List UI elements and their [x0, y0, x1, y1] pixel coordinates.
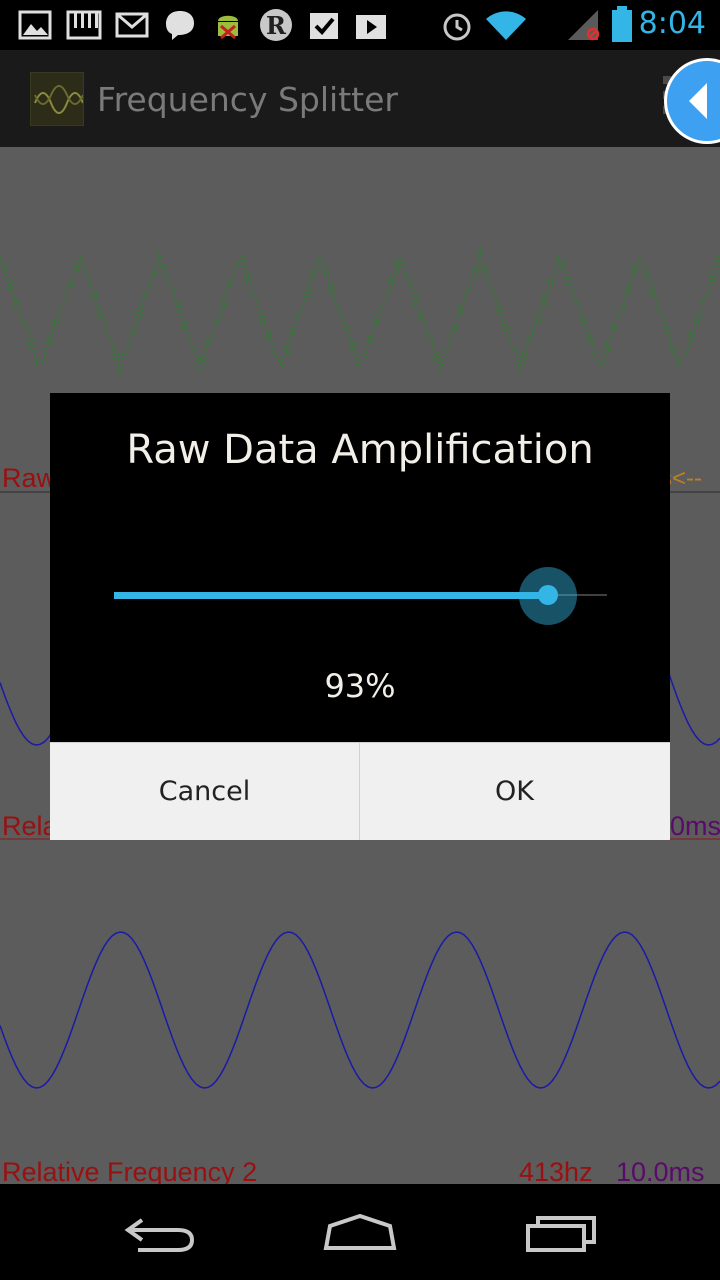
- dialog-button-row: Cancel OK: [50, 742, 670, 840]
- raw-waveform: [0, 246, 720, 377]
- relative-frequency-2-label: Relative Frequency 2: [2, 1157, 258, 1184]
- edge-back-button[interactable]: [664, 58, 720, 144]
- relative-frequency-1-ms: 0ms: [670, 811, 720, 841]
- status-bar: R 8:04: [0, 0, 720, 50]
- wifi-icon: [486, 11, 526, 40]
- ok-button[interactable]: OK: [360, 743, 669, 840]
- alarm-icon: [443, 13, 471, 41]
- cancel-button[interactable]: Cancel: [50, 743, 360, 840]
- android-debug-icon: [218, 15, 238, 40]
- recents-icon[interactable]: [524, 1214, 600, 1254]
- tasks-icon: [310, 13, 338, 39]
- status-clock: 8:04: [638, 6, 706, 41]
- amplification-dialog: Raw Data Amplification 93% Cancel OK: [50, 393, 670, 840]
- slider-thumb[interactable]: [537, 585, 558, 605]
- relative-frequency-2-ms: 10.0ms: [616, 1157, 705, 1184]
- gallery-icon: [18, 10, 52, 40]
- app-title: Frequency Splitter: [97, 80, 398, 119]
- slider-fill: [114, 592, 548, 599]
- relative-frequency-2-hz: 413hz: [519, 1157, 593, 1184]
- navigation-bar: [0, 1184, 720, 1280]
- home-icon[interactable]: [322, 1212, 398, 1252]
- gmail-icon: [115, 12, 149, 38]
- raw-label: Raw: [2, 463, 57, 493]
- play-store-icon: [356, 15, 386, 39]
- viber-icon: [166, 11, 194, 40]
- relative-frequency-2-waveform: [0, 931, 720, 1089]
- battery-icon: [612, 6, 632, 42]
- slider-value-text: 93%: [324, 667, 396, 705]
- svg-text:R: R: [266, 11, 287, 40]
- r-app-icon: R: [260, 9, 292, 41]
- dialog-title: Raw Data Amplification: [126, 427, 594, 473]
- amplification-slider[interactable]: [114, 567, 607, 627]
- arrow-left-icon: [689, 83, 707, 119]
- app-logo-icon[interactable]: [30, 72, 84, 126]
- action-bar: Frequency Splitter: [0, 50, 720, 147]
- signal-icon: [568, 10, 600, 41]
- back-icon[interactable]: [122, 1214, 198, 1254]
- piano-icon: [66, 10, 102, 40]
